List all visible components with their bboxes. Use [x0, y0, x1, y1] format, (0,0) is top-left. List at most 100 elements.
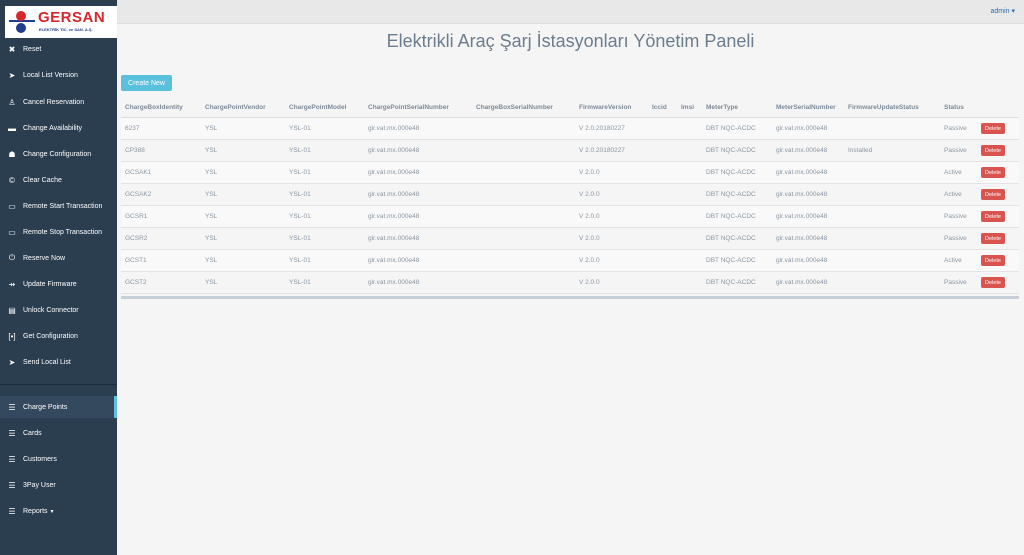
list-icon: ☰ — [8, 480, 16, 490]
delete-button[interactable]: Delete — [981, 211, 1005, 222]
sidebar-item-label: Charge Points — [23, 403, 68, 411]
table-cell: gir.vat.mx.000e48 — [368, 213, 420, 220]
sidebar-item-remote-stop-transaction[interactable]: ▭ Remote Stop Transaction — [0, 221, 117, 243]
column-header[interactable]: ChargeBoxSerialNumber — [476, 104, 553, 111]
table-cell: Installed — [848, 147, 873, 154]
send-icon: ➤ — [8, 357, 16, 367]
table-row: GCSR2 YSL YSL-01 gir.vat.mx.000e48 V 2.0.0 DB… — [121, 228, 1019, 250]
table-cell: Passive — [944, 147, 967, 154]
sidebar-item-cards[interactable]: ☰ Cards — [0, 422, 117, 444]
monitor-icon: ▭ — [8, 227, 16, 237]
table-cell: GCSR1 — [125, 213, 148, 220]
table-cell: DBT NQC-ACDC — [706, 279, 756, 286]
table-cell: CP388 — [125, 147, 145, 154]
sidebar-item-label: Clear Cache — [23, 176, 62, 184]
sidebar-item-3pay-user[interactable]: ☰ 3Pay User — [0, 474, 117, 496]
sidebar-item-cancel-reservation[interactable]: ♙ Cancel Reservation — [0, 91, 117, 113]
table-cell: Active — [944, 257, 962, 264]
table-cell: YSL — [205, 279, 218, 286]
table-cell: V 2.0.20180227 — [579, 147, 625, 154]
column-header[interactable]: ChargeBoxIdentity — [125, 104, 183, 111]
sidebar-item-update-firmware[interactable]: ⇸ Update Firmware — [0, 273, 117, 295]
delete-button[interactable]: Delete — [981, 189, 1005, 200]
sidebar-item-unlock-connector[interactable]: ▤ Unlock Connector — [0, 299, 117, 321]
table-cell: YSL — [205, 235, 218, 242]
gersan-logo[interactable]: GERSAN ELEKTRİK TİC. ve SAN. A.Ş. — [5, 6, 117, 38]
table-cell: gir.vat.mx.000e48 — [368, 235, 420, 242]
table-cell: GCST2 — [125, 279, 147, 286]
column-header[interactable]: ChargePointModel — [289, 104, 346, 111]
logo-blue-dot — [16, 23, 26, 33]
table-cell: V 2.0.0 — [579, 257, 600, 264]
table-cell: Passive — [944, 235, 967, 242]
sidebar-item-reset[interactable]: ✖ Reset — [0, 38, 117, 60]
sidebar-item-label: Local List Version — [23, 71, 78, 79]
column-header[interactable]: MeterSerialNumber — [776, 104, 836, 111]
table-cell: YSL-01 — [289, 235, 311, 242]
table-cell: GCST1 — [125, 257, 147, 264]
table-cell: Active — [944, 169, 962, 176]
sidebar-item-remote-start-transaction[interactable]: ▭ Remote Start Transaction — [0, 195, 117, 217]
sidebar-item-send-local-list[interactable]: ➤ Send Local List — [0, 351, 117, 373]
copyright-icon: © — [9, 175, 15, 185]
column-header[interactable]: ChargePointSerialNumber — [368, 104, 449, 111]
delete-button[interactable]: Delete — [981, 255, 1005, 266]
create-new-button[interactable]: Create New — [121, 75, 172, 91]
sidebar-item-change-availability[interactable]: ▬ Change Availability — [0, 117, 117, 139]
sidebar-item-change-configuration[interactable]: ☗ Change Configuration — [0, 143, 117, 165]
table-cell: V 2.0.0 — [579, 213, 600, 220]
sidebar-item-label: Customers — [23, 455, 57, 463]
list-icon: ☰ — [8, 428, 16, 438]
column-header[interactable]: FirmwareVersion — [579, 104, 631, 111]
table-cell: YSL-01 — [289, 169, 311, 176]
card-icon: ▤ — [8, 305, 16, 315]
user-menu[interactable]: admin ▾ — [990, 7, 1015, 15]
sidebar-item-label: Remote Stop Transaction — [23, 228, 102, 236]
sidebar-item-label: Change Availability — [23, 124, 83, 132]
column-header[interactable]: Imsi — [681, 104, 694, 111]
table-row: GCST2 YSL YSL-01 gir.vat.mx.000e48 V 2.0.0 DB… — [121, 272, 1019, 294]
table-cell: gir.vat.mx.000e48 — [368, 125, 420, 132]
power-icon: ⏻ — [8, 253, 16, 262]
table-cell: gir.vat.mx.000e48 — [368, 257, 420, 264]
table-cell: gir.vat.mx.000e48 — [776, 169, 828, 176]
delete-button[interactable]: Delete — [981, 145, 1005, 156]
column-header[interactable]: MeterType — [706, 104, 738, 111]
table-header: ChargeBoxIdentity ChargePointVendor Char… — [121, 100, 1019, 118]
table-cell: V 2.0.0 — [579, 169, 600, 176]
sidebar-item-clear-cache[interactable]: © Clear Cache — [0, 169, 117, 191]
sidebar-item-label: Reports — [23, 507, 48, 515]
column-header[interactable]: FirmwareUpdateStatus — [848, 104, 919, 111]
logo-name: GERSAN — [38, 9, 106, 26]
table-cell: gir.vat.mx.000e48 — [776, 147, 828, 154]
delete-button[interactable]: Delete — [981, 167, 1005, 178]
sidebar-item-reserve-now[interactable]: ⏻ Reserve Now — [0, 247, 117, 269]
table-cell: DBT NQC-ACDC — [706, 191, 756, 198]
column-header[interactable]: Status — [944, 104, 964, 111]
table-cell: 6237 — [125, 125, 140, 132]
list-icon: ☰ — [8, 402, 16, 412]
sidebar-item-label: Cancel Reservation — [23, 98, 85, 106]
table-cell: Passive — [944, 213, 967, 220]
delete-button[interactable]: Delete — [981, 233, 1005, 244]
delete-button[interactable]: Delete — [981, 277, 1005, 288]
table-cell: gir.vat.mx.000e48 — [776, 279, 828, 286]
monitor-icon: ▭ — [8, 201, 16, 211]
table-cell: gir.vat.mx.000e48 — [368, 147, 420, 154]
sidebar-item-get-configuration[interactable]: [•] Get Configuration — [0, 325, 117, 347]
sidebar-item-customers[interactable]: ☰ Customers — [0, 448, 117, 470]
sidebar-item-label: Cards — [23, 429, 42, 437]
window-icon: ▬ — [8, 123, 16, 133]
table-cell: gir.vat.mx.000e48 — [776, 257, 828, 264]
column-header[interactable]: ChargePointVendor — [205, 104, 266, 111]
table-cell: DBT NQC-ACDC — [706, 213, 756, 220]
sidebar-item-charge-points[interactable]: ☰ Charge Points — [0, 396, 117, 418]
sidebar-item-reports[interactable]: ☰ Reports ▾ — [0, 500, 117, 522]
table-row: GCST1 YSL YSL-01 gir.vat.mx.000e48 V 2.0.0 DB… — [121, 250, 1019, 272]
table-cell: gir.vat.mx.000e48 — [368, 191, 420, 198]
column-header[interactable]: Iccid — [652, 104, 667, 111]
table-cell: DBT NQC-ACDC — [706, 147, 756, 154]
delete-button[interactable]: Delete — [981, 123, 1005, 134]
sidebar-item-local-list-version[interactable]: ➤ Local List Version — [0, 64, 117, 86]
android-icon: ☗ — [8, 149, 16, 159]
